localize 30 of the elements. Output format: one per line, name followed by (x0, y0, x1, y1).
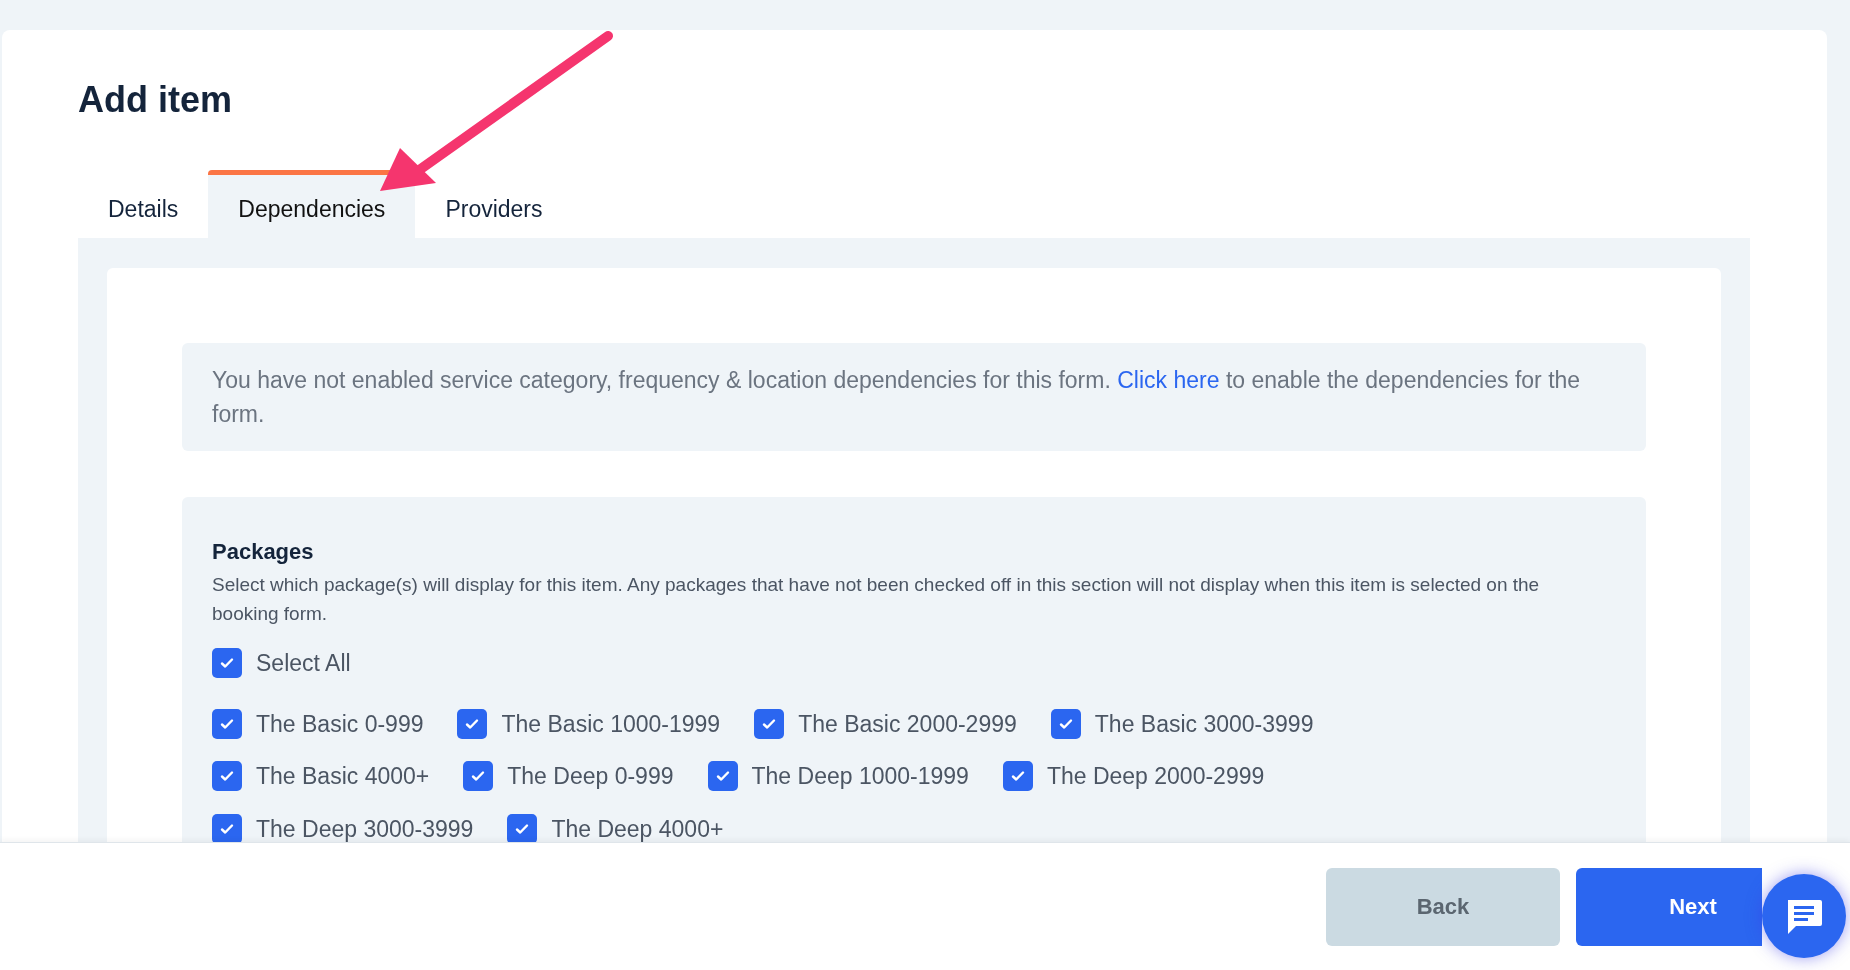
checkbox[interactable] (212, 648, 242, 679)
checkbox-label: Select All (256, 649, 351, 678)
checkbox-label: The Basic 4000+ (256, 762, 430, 791)
section-description: Select which package(s) will display for this item. Any packages that have not been checked off in this section will not display when this item is selected on the booking form. (212, 573, 1541, 626)
checkbox[interactable] (707, 761, 738, 792)
checkbox-label: The Deep 3000-3999 (256, 814, 474, 844)
checkbox-label: The Basic 2000-2999 (798, 709, 1017, 739)
checkbox[interactable] (1002, 761, 1033, 792)
notice-text: You have not enabled service category, frequency & location dependencies for this form. Click here to enable the dependencies for the form. (212, 366, 1582, 429)
section-title: Packages (212, 538, 315, 566)
checkbox-label: The Deep 0-999 (507, 762, 674, 791)
next-button[interactable]: Next (1576, 867, 1762, 946)
checkbox-label: The Basic 1000-1999 (501, 709, 721, 739)
checkbox[interactable] (212, 813, 242, 844)
checkbox[interactable] (463, 761, 494, 792)
checkbox[interactable] (507, 813, 538, 844)
checkbox[interactable] (457, 708, 488, 739)
back-button[interactable]: Back (1326, 867, 1560, 946)
checkbox-label: The Basic 0-999 (256, 709, 424, 739)
checkbox-label: The Deep 1000-1999 (751, 762, 969, 791)
tab[interactable]: Dependencies (208, 170, 416, 238)
checkbox[interactable] (212, 761, 242, 792)
checkbox-label: The Basic 3000-3999 (1094, 709, 1314, 739)
checkbox[interactable] (212, 708, 242, 739)
checkbox[interactable] (754, 708, 785, 739)
checkbox-label: The Deep 2000-2999 (1046, 762, 1265, 791)
enable-link[interactable]: Click here (1117, 367, 1220, 393)
checkbox-label: The Deep 4000+ (551, 814, 724, 844)
page-title: Add item (78, 78, 233, 122)
checkbox[interactable] (1050, 708, 1081, 739)
